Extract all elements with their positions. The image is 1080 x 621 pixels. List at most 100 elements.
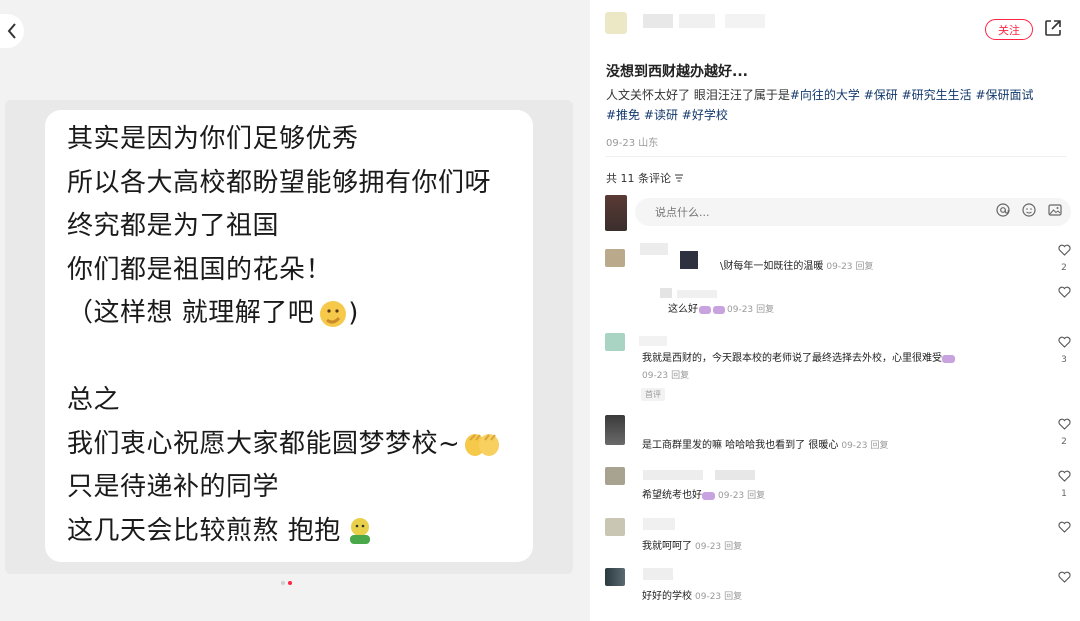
- image-text-line: 其实是因为你们足够优秀: [67, 124, 359, 154]
- first-comment-badge: 首评: [641, 388, 665, 401]
- my-avatar: [605, 195, 627, 231]
- commenter-avatar[interactable]: [605, 333, 625, 351]
- like-button[interactable]: 1: [1055, 467, 1073, 499]
- post-meta: 09-23 山东: [606, 134, 658, 149]
- comment-text: 这么好: [668, 304, 698, 315]
- like-count: 1: [1061, 489, 1067, 499]
- like-button[interactable]: [1055, 283, 1073, 305]
- image-text-line: （这样想 就理解了吧: [67, 298, 315, 328]
- like-button[interactable]: [1055, 568, 1073, 590]
- heart-icon: [1057, 336, 1071, 348]
- comment-item: 我就是西财的，今天跟本校的老师说了最终选择去外校，心里很难受 09-23 回复 首…: [605, 333, 1072, 403]
- comment-time: 09-23: [695, 542, 722, 552]
- comment-text: 我就呵呵了: [642, 541, 692, 552]
- like-count: 3: [1061, 355, 1067, 365]
- heart-icon: [1057, 244, 1071, 256]
- comment-text: 我就是西财的，今天跟本校的老师说了最终选择去外校，心里很难受: [642, 353, 942, 364]
- post-date: 09-23: [606, 138, 636, 149]
- hashtag[interactable]: #读研: [644, 108, 678, 122]
- like-button[interactable]: 3: [1055, 333, 1073, 365]
- page-dot[interactable]: [281, 581, 285, 585]
- page-dot-active[interactable]: [288, 581, 292, 585]
- image-text-line: 你们都是祖国的花朵！: [67, 254, 333, 285]
- image-pagination: [281, 581, 292, 585]
- image-text-line: 我们衷心祝愿大家都能圆梦梦校~: [67, 428, 461, 459]
- like-button[interactable]: 2: [1055, 241, 1073, 273]
- share-icon[interactable]: [1043, 18, 1063, 38]
- hashtag[interactable]: #好学校: [682, 108, 728, 122]
- hashtag[interactable]: #向往的大学: [790, 88, 860, 102]
- back-button[interactable]: [0, 14, 24, 48]
- heart-icon: [1057, 521, 1071, 533]
- hashtag[interactable]: #推免: [606, 108, 640, 122]
- commenter-avatar[interactable]: [605, 568, 625, 586]
- commenter-avatar[interactable]: [605, 518, 625, 536]
- author-row: 关注: [605, 10, 1065, 50]
- heart-icon: [1057, 418, 1071, 430]
- commenter-avatar[interactable]: [660, 288, 672, 298]
- reply-button[interactable]: 回复: [747, 491, 765, 501]
- commenter-avatar[interactable]: [605, 467, 625, 485]
- image-text-line: 终究都是为了祖国: [67, 211, 280, 241]
- like-count: 2: [1061, 437, 1067, 447]
- comment-text: \财每年一如既往的温暖: [720, 261, 824, 272]
- emoji-sticker: [702, 490, 715, 501]
- commenter-avatar[interactable]: [605, 415, 625, 445]
- heart-icon: [1057, 286, 1071, 298]
- comment-text: 是工商群里发的嘛 哈哈哈我也看到了 很暖心: [642, 440, 839, 451]
- comment-time: 09-23: [826, 262, 853, 272]
- comment-input-row: [605, 195, 1072, 231]
- comment-time: 09-23: [642, 371, 669, 381]
- follow-button[interactable]: 关注: [985, 19, 1033, 40]
- comment-time: 09-23: [695, 592, 722, 602]
- comment-item: 好好的学校 09-23 回复: [605, 568, 1072, 606]
- author-avatar[interactable]: [605, 12, 627, 34]
- reply-button[interactable]: 回复: [724, 542, 742, 552]
- post-body-text: 人文关怀太好了 眼泪汪汪了属于是: [606, 88, 790, 102]
- sort-icon: [675, 174, 683, 182]
- comment-text: 好好的学校: [642, 591, 692, 602]
- post-location: 山东: [638, 138, 659, 149]
- mention-icon[interactable]: [996, 203, 1010, 217]
- comment-item: \财每年一如既往的温暖 09-23 回复 2: [605, 241, 1072, 279]
- image-viewer: 其实是因为你们足够优秀 所以各大高校都盼望能够拥有你们呀 终究都是为了祖国 你们…: [0, 0, 590, 621]
- emoji-sticker: [942, 353, 955, 364]
- reply-button[interactable]: 回复: [856, 262, 874, 272]
- like-button[interactable]: [1055, 518, 1073, 540]
- post-detail-panel: 关注 没想到西财越办越好... 人文关怀太好了 眼泪汪汪了属于是#向往的大学 #…: [590, 0, 1080, 621]
- comment-count[interactable]: 共 11 条评论: [606, 170, 684, 186]
- clapping-hands-icon: [465, 434, 500, 456]
- commenter-avatar[interactable]: [605, 249, 625, 267]
- reply-button[interactable]: 回复: [671, 371, 689, 381]
- comment-time: 09-23: [841, 441, 868, 451]
- emoji-icon[interactable]: [1022, 203, 1036, 217]
- reply-button[interactable]: 回复: [724, 592, 742, 602]
- reply-button[interactable]: 回复: [871, 441, 889, 451]
- comment-time: 09-23: [718, 491, 745, 501]
- author-name-blurred[interactable]: [643, 14, 673, 28]
- image-text-line: 所以各大高校都盼望能够拥有你们呀: [67, 167, 492, 198]
- image-upload-icon[interactable]: [1048, 203, 1062, 217]
- hashtag[interactable]: #保研面试: [976, 88, 1034, 102]
- reply-button[interactable]: 回复: [756, 305, 774, 315]
- comment-item: 我就呵呵了 09-23 回复: [605, 518, 1072, 556]
- comment-item: 这么好 09-23 回复: [605, 283, 1072, 321]
- comment-time: 09-23: [727, 305, 754, 315]
- divider: [606, 156, 1066, 157]
- post-image[interactable]: 其实是因为你们足够优秀 所以各大高校都盼望能够拥有你们呀 终究都是为了祖国 你们…: [5, 100, 573, 574]
- hashtag[interactable]: #保研: [864, 88, 898, 102]
- comment-item: 希望统考也好 09-23 回复 1: [605, 467, 1072, 505]
- post-body: 人文关怀太好了 眼泪汪汪了属于是#向往的大学 #保研 #研究生生活 #保研面试 …: [606, 85, 1066, 125]
- like-count: 2: [1061, 263, 1067, 273]
- thinking-face-icon: [320, 300, 347, 327]
- image-text-line: 只是待递补的同学: [67, 472, 280, 502]
- emoji-sticker: [698, 304, 725, 315]
- like-button[interactable]: 2: [1055, 415, 1073, 447]
- chat-screenshot: 其实是因为你们足够优秀 所以各大高校都盼望能够拥有你们呀 终究都是为了祖国 你们…: [45, 110, 533, 562]
- heart-icon: [1057, 571, 1071, 583]
- heart-icon: [1057, 470, 1071, 482]
- image-text-line: 这几天会比较煎熬 抱抱: [67, 515, 341, 546]
- comment-item: 是工商群里发的嘛 哈哈哈我也看到了 很暖心 09-23 回复 2: [605, 415, 1072, 453]
- image-text-line: 总之: [67, 385, 121, 415]
- hashtag[interactable]: #研究生生活: [902, 88, 972, 102]
